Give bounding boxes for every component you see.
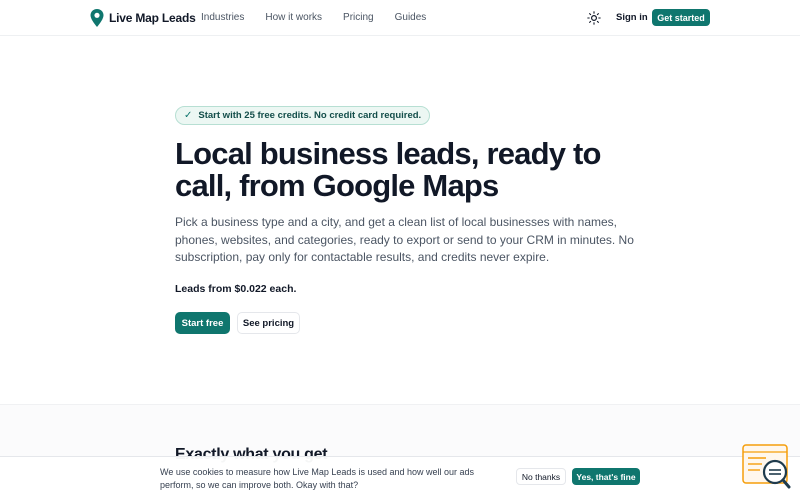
brand-name: Live Map Leads	[109, 11, 196, 25]
nav-industries[interactable]: Industries	[201, 12, 244, 23]
free-credits-badge: ✓ Start with 25 free credits. No credit …	[175, 106, 431, 125]
cookie-message: We use cookies to measure how Live Map L…	[160, 467, 475, 490]
check-icon: ✓	[184, 110, 193, 121]
get-started-button[interactable]: Get started	[652, 9, 710, 26]
start-free-button[interactable]: Start free	[175, 312, 230, 334]
cookie-accept-button[interactable]: Yes, that's fine	[572, 468, 640, 485]
see-pricing-button[interactable]: See pricing	[237, 312, 300, 334]
badge-text: Start with 25 free credits. No credit ca…	[198, 110, 422, 121]
nav-guides[interactable]: Guides	[395, 12, 427, 23]
cookie-banner: We use cookies to measure how Live Map L…	[0, 456, 800, 500]
brand-logo[interactable]: Live Map Leads	[90, 9, 196, 27]
sun-icon[interactable]	[587, 11, 601, 25]
search-chat-icon[interactable]	[742, 444, 792, 490]
map-pin-icon	[90, 9, 104, 27]
sign-in-link[interactable]: Sign in	[616, 12, 648, 23]
site-header: Live Map Leads Industries How it works P…	[0, 0, 800, 36]
cookie-decline-button[interactable]: No thanks	[516, 468, 566, 485]
nav-pricing[interactable]: Pricing	[343, 12, 374, 23]
hero-title: Local business leads, ready to call, fro…	[175, 136, 601, 203]
main-nav: Industries How it works Pricing Guides	[201, 12, 447, 23]
price-note: Leads from $0.022 each.	[175, 283, 297, 295]
nav-how-it-works[interactable]: How it works	[265, 12, 322, 23]
hero-description: Pick a business type and a city, and get…	[175, 215, 634, 264]
